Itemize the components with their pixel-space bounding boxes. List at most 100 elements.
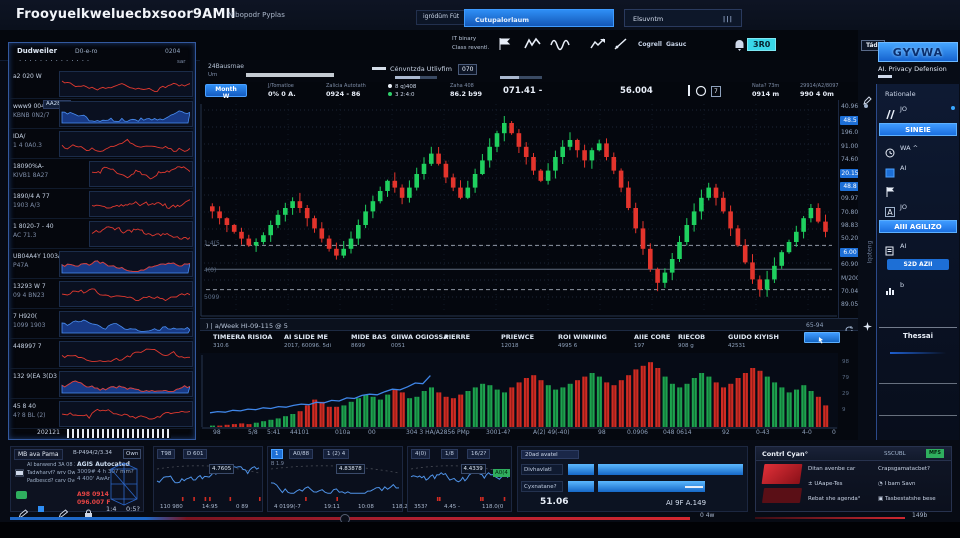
time-axis-label: 98 — [598, 429, 606, 436]
status-left: ) | a/Week HI-09-115 @ 5 — [206, 322, 288, 330]
dots-note: sar — [177, 59, 186, 65]
watchlist-row-label: 448997 7 — [13, 343, 42, 350]
watchlist-row[interactable]: 448997 7 — [9, 339, 195, 369]
sidebar-item[interactable]: b — [885, 279, 957, 293]
sparkline-chart — [59, 101, 193, 127]
menu-item-center[interactable]: Nibopodr Pyplas — [228, 11, 285, 19]
wave-chart-icon[interactable] — [550, 37, 574, 51]
sidebar-item[interactable]: AI — [885, 240, 957, 254]
divider — [879, 383, 957, 384]
mini-chart-chip[interactable]: 16/2? — [467, 449, 490, 459]
primary-button[interactable]: Cutupalorlaum — [464, 9, 614, 27]
barcode — [67, 429, 171, 438]
footer-num-2: 0:5? — [126, 505, 140, 513]
price-tag[interactable]: 6.00 — [840, 248, 860, 257]
sidebar-item[interactable]: AJO — [885, 201, 957, 215]
mini-chart-chip[interactable]: A0/88 — [289, 449, 313, 459]
sidebar-item[interactable]: AI — [885, 162, 957, 176]
watchlist-row[interactable]: 18090%A-KIVB1 8A27 — [9, 159, 195, 189]
indicator-panel: TIMEERA RISIOA310.6AI SLIDE ME2017, 6009… — [200, 331, 860, 440]
indicator-column-header: TIMEERA RISIOA — [213, 333, 272, 341]
pen-icon[interactable] — [18, 504, 28, 523]
sidebar-item[interactable]: WA ^ — [885, 142, 957, 156]
watchlist-row[interactable]: 45 8 404? 8 BL (2) — [9, 399, 195, 429]
sidebar-item-highlighted[interactable]: AIII AGILIZO — [879, 220, 957, 233]
ai-main-button[interactable]: GYVWA — [878, 42, 958, 62]
mini-line-chart — [269, 459, 401, 507]
trend-flag-icon[interactable] — [590, 37, 606, 51]
sidebar-item[interactable] — [885, 181, 957, 195]
price-axis-label: M/200 — [841, 275, 860, 282]
mini-chart-number: 4.45 - — [444, 504, 460, 510]
progress-tab[interactable]: 20ad avatel — [521, 450, 579, 459]
timeframe-button[interactable]: Month W — [205, 84, 247, 97]
watchlist-row[interactable]: 7 H920(1099 1903 — [9, 309, 195, 339]
control-header: Contrl Cyan° SSCUBL MFS — [756, 447, 951, 461]
svg-text:A: A — [887, 208, 893, 217]
mini-chart-chip[interactable]: 1/8 — [441, 449, 458, 459]
watchlist-row-label: P47A — [13, 262, 28, 269]
flag-icon[interactable] — [498, 37, 512, 51]
mini-dash — [372, 67, 386, 70]
a-icon: A — [885, 202, 895, 221]
progress-track-1 — [395, 76, 437, 79]
bars-icon — [885, 104, 896, 123]
count-badge[interactable]: 3R0 — [747, 38, 776, 51]
time-axis-label: 92 — [722, 429, 730, 436]
sparkline-chart — [89, 161, 193, 187]
info-header-chip[interactable]: Own — [123, 449, 141, 459]
watchlist-subtitle: D0-e-ro — [75, 48, 97, 55]
mini-chart-chip[interactable]: 1 (2) 4 — [323, 449, 349, 459]
stat-label: Nata? 73m — [752, 83, 779, 89]
watchlist-row[interactable]: 13293 W 709 4 BN23 — [9, 279, 195, 309]
bell-icon[interactable] — [734, 39, 745, 52]
price-axis-label: 70.80 — [841, 209, 858, 216]
toolbar-text-2[interactable]: Gasuc — [666, 41, 686, 48]
mini-chart-price-tag: 4.7605 — [209, 464, 234, 474]
watchlist-row-label: 1 8020-7 - 40 — [13, 223, 54, 230]
watchlist-row[interactable]: 1 8020-7 - 40AC 71.3 — [9, 219, 195, 249]
time-axis-label: 5/8 — [248, 429, 258, 436]
mini-chart-chip[interactable]: T98 — [157, 449, 175, 459]
mini-chart-chip[interactable]: 4(0) — [411, 449, 430, 459]
lock-icon[interactable] — [84, 504, 93, 523]
watchlist-row[interactable]: 132 9(EA 3(D3 — [9, 369, 195, 399]
status-right: 65-94 — [806, 322, 823, 329]
price-tag[interactable]: 20.15 — [840, 169, 860, 178]
playback-slider-track[interactable] — [10, 517, 690, 520]
candlestick-chart[interactable]: 40.9648.5196.0091.0074.6020.1548.809.977… — [200, 100, 860, 318]
slider-track-2[interactable] — [755, 517, 905, 519]
toolbar-text-1[interactable]: Cogrell — [638, 41, 662, 48]
status-badge: MFS — [926, 449, 944, 458]
mini-chart-number: 0 89 — [236, 504, 248, 510]
price-tag[interactable]: 48.5 — [840, 116, 860, 125]
price-axis-label: 91.00 — [841, 143, 858, 150]
mini-chart-chip[interactable]: D 601 — [183, 449, 207, 459]
slope-icon[interactable] — [614, 37, 628, 51]
secondary-button[interactable]: Elsuvntm ||| — [624, 9, 742, 27]
tab-dark[interactable]: igródüm Füt — [416, 10, 466, 25]
blue-square-icon[interactable] — [38, 506, 44, 512]
sidebar-action-button[interactable]: S2D AZII — [887, 259, 949, 270]
progress-bar-short[interactable] — [568, 464, 594, 475]
sidebar-item[interactable]: JO — [885, 103, 957, 117]
price-tag[interactable]: 48.8 — [840, 182, 860, 191]
menu-bars-icon: ||| — [723, 11, 733, 27]
watchlist-row[interactable]: IDA/1 4 0A0.3 — [9, 129, 195, 159]
expand-button[interactable] — [804, 332, 840, 343]
watchlist-row[interactable]: UB04A4Y 1003AP47A — [9, 249, 195, 279]
watchlist-row[interactable]: a2 020 W — [9, 69, 195, 99]
watchlist-row[interactable]: 1890/4 A 771903 A/3 — [9, 189, 195, 219]
mini-chart-chip[interactable]: 1 — [271, 449, 283, 459]
info-text-line: Padbescd? carv Ovd ambawe! — [27, 478, 75, 484]
time-axis-label: 5:41 — [267, 429, 280, 436]
watchlist-row[interactable]: www9 004/5KBNB 0N2/7AA28 W — [9, 99, 195, 129]
peaks-chart-icon[interactable] — [524, 37, 542, 51]
app-title: Frooyuelkweluecbxsoor9AMII — [16, 7, 236, 22]
progress-bar-short[interactable] — [568, 481, 594, 492]
pen-icon[interactable] — [58, 504, 68, 523]
progress-bar-long[interactable] — [598, 464, 743, 475]
pill-value[interactable]: 070 — [458, 64, 477, 75]
control-cell: Ditan avenbe car — [808, 466, 855, 472]
sidebar-item-highlighted[interactable]: SINEIE — [879, 123, 957, 136]
